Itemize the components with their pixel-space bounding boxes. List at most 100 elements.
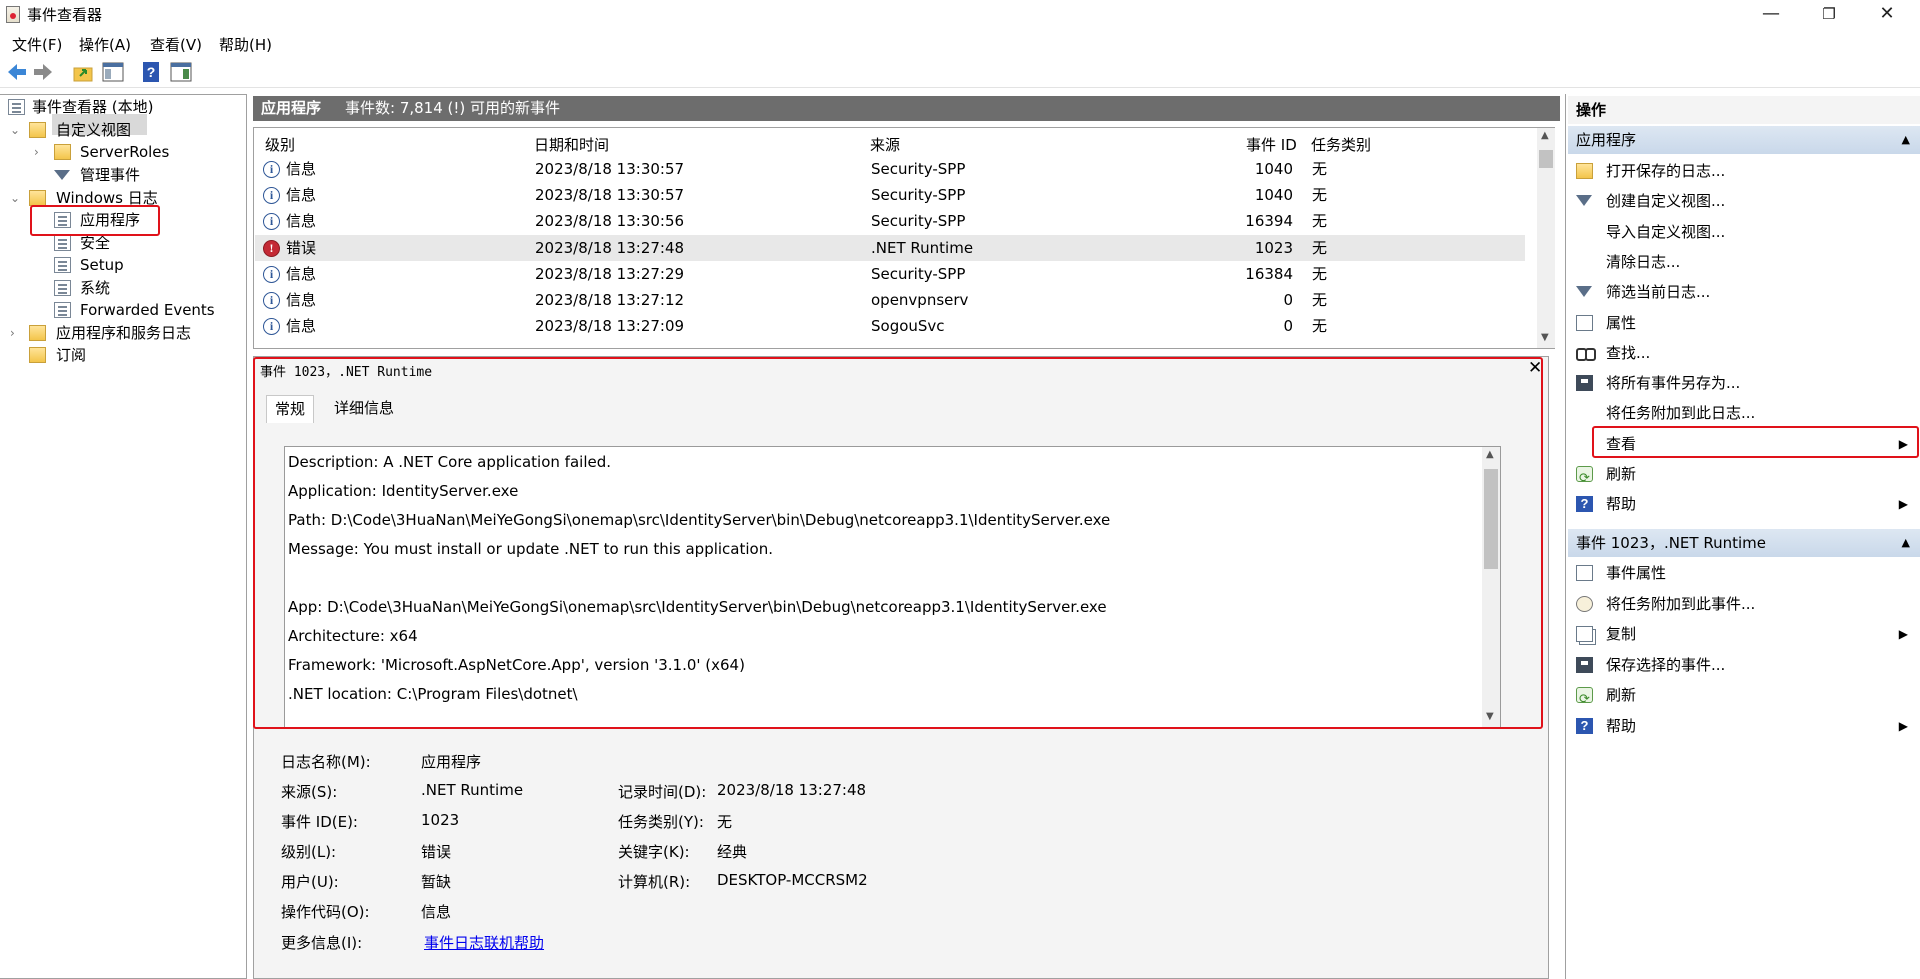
tree-label: 自定义视图 <box>56 121 132 139</box>
submenu-arrow-icon: ▶ <box>1898 497 1908 512</box>
close-button[interactable]: ✕ <box>1858 0 1916 29</box>
chevron-right-icon[interactable]: › <box>34 141 46 163</box>
table-row[interactable]: i 信息 2023/8/18 13:27:09 SogouSvc 0 无 <box>255 313 1525 339</box>
action-item[interactable]: 筛选当前日志... <box>1568 277 1918 307</box>
menu-action[interactable]: 操作(A) <box>79 34 131 55</box>
action-item[interactable]: 刷新 <box>1568 459 1918 494</box>
cell-id: 16384 <box>1245 264 1293 283</box>
collapse-up-icon[interactable]: ▲ <box>1902 126 1910 154</box>
action-item[interactable]: 查找... <box>1568 338 1918 368</box>
save-icon <box>1576 656 1593 673</box>
action-label: 将任务附加到此事件... <box>1606 594 1756 613</box>
action-label: 属性 <box>1606 313 1637 332</box>
action-item[interactable]: 将任务附加到此事件... <box>1568 589 1918 619</box>
info-icon: i <box>263 161 280 178</box>
action-item[interactable]: 属性 <box>1568 308 1918 338</box>
field-label-source: 来源(S): <box>281 783 338 801</box>
field-label-event-id: 事件 ID(E): <box>281 813 358 831</box>
column-header-task-category[interactable]: 任务类别 <box>1311 134 1371 155</box>
cell-id: 16394 <box>1245 212 1293 231</box>
field-label-task: 任务类别(Y): <box>618 813 704 831</box>
field-label-user: 用户(U): <box>281 873 339 891</box>
actions-section-event[interactable]: 事件 1023，.NET Runtime ▲ <box>1568 529 1920 557</box>
events-scrollbar[interactable]: ▲ ▼ <box>1537 128 1555 348</box>
toolbar: ? <box>0 57 1920 88</box>
subscriptions-icon <box>29 347 46 363</box>
menu-view[interactable]: 查看(V) <box>150 34 202 55</box>
table-row[interactable]: i 信息 2023/8/18 13:27:29 Security-SPP 16384 无 <box>255 261 1525 287</box>
field-label-keywords: 关键字(K): <box>618 843 690 861</box>
cell-task: 无 <box>1312 212 1328 231</box>
show-hide-tree-icon[interactable] <box>102 61 124 83</box>
action-label: 事件属性 <box>1606 564 1667 582</box>
log-icon <box>54 280 71 296</box>
table-row[interactable]: i 信息 2023/8/18 13:30:57 Security-SPP 1040 无 <box>255 182 1525 208</box>
actions-section-application[interactable]: 应用程序 ▲ <box>1568 126 1920 154</box>
cell-task: 无 <box>1312 291 1328 309</box>
show-hide-action-pane-icon[interactable] <box>170 61 192 83</box>
chevron-down-icon[interactable]: ⌄ <box>10 187 22 209</box>
up-folder-icon[interactable] <box>72 61 94 83</box>
action-item[interactable]: 打开保存的日志... <box>1568 156 1918 186</box>
restore-button[interactable]: ❐ <box>1800 0 1858 29</box>
scroll-thumb[interactable] <box>1539 150 1553 168</box>
column-header-event-id[interactable]: 事件 ID <box>1246 134 1297 155</box>
scroll-down-icon[interactable]: ▼ <box>1541 332 1549 343</box>
cell-id: 0 <box>1283 291 1293 309</box>
info-icon: i <box>263 213 280 231</box>
action-item[interactable]: 刷新 <box>1568 680 1918 715</box>
online-help-link[interactable]: 事件日志联机帮助 <box>424 932 544 953</box>
log-header-bar: 应用程序 事件数: 7,814 (!) 可用的新事件 <box>253 96 1560 121</box>
log-summary: 事件数: 7,814 (!) 可用的新事件 <box>345 99 561 117</box>
field-value-task: 无 <box>717 813 733 831</box>
find-icon <box>1576 345 1596 361</box>
tree-label: Forwarded Events <box>80 301 215 319</box>
svg-text:?: ? <box>147 64 156 80</box>
tree-label: Setup <box>80 256 124 274</box>
windows-logs-folder-icon <box>29 190 46 206</box>
action-item[interactable]: 创建自定义视图... <box>1568 186 1918 216</box>
help-icon: ? <box>1576 718 1593 734</box>
error-icon: ! <box>263 239 280 257</box>
action-item[interactable]: 导入自定义视图... <box>1568 217 1918 247</box>
field-value-keywords: 经典 <box>717 843 748 861</box>
tree-label: 应用程序和服务日志 <box>56 324 192 342</box>
field-label-log-name: 日志名称(M): <box>281 753 371 771</box>
column-header-level[interactable]: 级别 <box>265 134 295 155</box>
cell-source: Security-SPP <box>871 264 966 283</box>
action-item[interactable]: 将任务附加到此日志... <box>1568 398 1918 428</box>
action-item[interactable]: 将所有事件另存为... <box>1568 368 1918 398</box>
window-title: 事件查看器 <box>27 6 103 24</box>
menu-bar: 文件(F) 操作(A) 查看(V) 帮助(H) <box>0 31 1920 56</box>
action-item[interactable]: ? 帮助 ▶ <box>1568 711 1918 741</box>
tree-label: 管理事件 <box>80 166 141 184</box>
minimize-button[interactable]: — <box>1742 0 1800 29</box>
table-row[interactable]: ! 错误 2023/8/18 13:27:48 .NET Runtime 1023 无 <box>255 234 1525 261</box>
table-row[interactable]: i 信息 2023/8/18 13:30:57 Security-SPP 1040 无 <box>255 156 1525 182</box>
tree-label: 订阅 <box>56 346 87 364</box>
action-item[interactable]: 复制 ▶ <box>1568 619 1918 649</box>
forward-icon[interactable] <box>32 61 54 83</box>
action-label: 将任务附加到此日志... <box>1606 404 1756 423</box>
action-item[interactable]: 保存选择的事件... <box>1568 650 1918 680</box>
column-header-datetime[interactable]: 日期和时间 <box>534 134 609 155</box>
column-header-source[interactable]: 来源 <box>870 134 900 155</box>
chevron-down-icon[interactable]: ⌄ <box>10 119 22 141</box>
help-icon[interactable]: ? <box>140 61 162 83</box>
table-row[interactable]: i 信息 2023/8/18 13:30:56 Security-SPP 16394 无 <box>255 208 1525 234</box>
field-label-opcode: 操作代码(O): <box>281 903 370 921</box>
scroll-up-icon[interactable]: ▲ <box>1541 130 1549 141</box>
menu-file[interactable]: 文件(F) <box>12 34 62 55</box>
action-item[interactable]: 清除日志... <box>1568 247 1918 277</box>
action-label: 帮助 <box>1606 717 1637 735</box>
submenu-arrow-icon: ▶ <box>1898 627 1908 642</box>
action-item[interactable]: 事件属性 <box>1568 558 1918 588</box>
action-item[interactable]: ? 帮助 ▶ <box>1568 489 1918 519</box>
chevron-right-icon[interactable]: › <box>10 322 22 344</box>
menu-help[interactable]: 帮助(H) <box>219 34 272 55</box>
action-label: 查找... <box>1606 343 1651 362</box>
collapse-up-icon[interactable]: ▲ <box>1902 529 1910 557</box>
back-icon[interactable] <box>6 61 28 83</box>
table-row[interactable]: i 信息 2023/8/18 13:27:12 openvpnserv 0 无 <box>255 287 1525 313</box>
events-table: 级别 日期和时间 来源 事件 ID 任务类别 i 信息 2023/8/18 13:3… <box>253 127 1555 349</box>
